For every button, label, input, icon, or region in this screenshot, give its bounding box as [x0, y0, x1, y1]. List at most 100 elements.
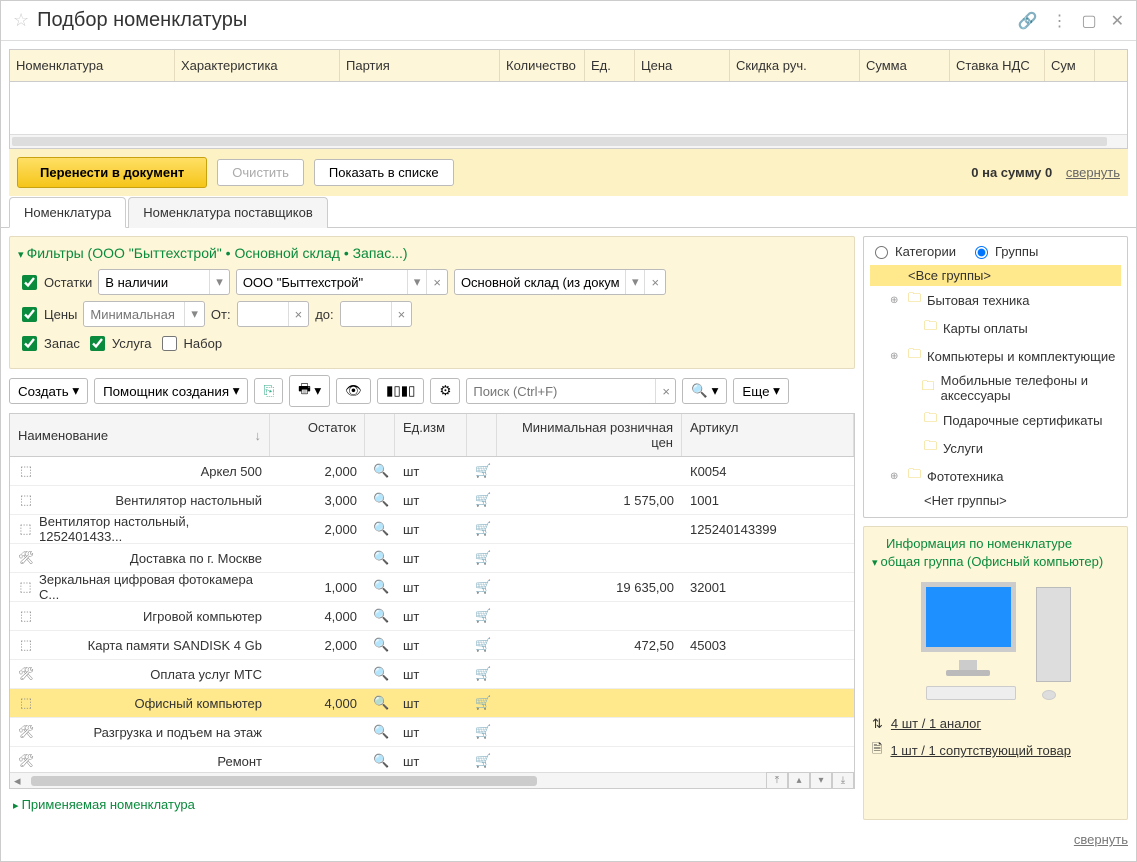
price-from-input[interactable] [238, 304, 288, 325]
clear-x-icon[interactable]: × [655, 379, 676, 403]
nabor-checkbox[interactable]: Набор [158, 333, 223, 354]
cart-col[interactable]: Цена [635, 50, 730, 81]
dropdown-icon[interactable]: ▾ [625, 270, 645, 294]
price-type-input[interactable] [84, 304, 184, 325]
usluga-checkbox[interactable]: Услуга [86, 333, 152, 354]
cart-icon[interactable]: 🛒 [467, 749, 497, 772]
price-from[interactable]: × [237, 301, 310, 327]
cart-icon[interactable]: 🛒 [467, 633, 497, 657]
cart-icon[interactable]: 🛒 [467, 604, 497, 628]
copy-button[interactable]: ⎘ [254, 378, 283, 404]
table-row[interactable]: ⬚Офисный компьютер4,000🔍шт🛒 [10, 689, 854, 718]
table-row[interactable]: 🛠Разгрузка и подъем на этаж🔍шт🛒 [10, 718, 854, 747]
grid-scrollbar[interactable]: ◂ ⤒ ▴ ▾ ⤓ [10, 772, 854, 788]
cart-col[interactable]: Сум [1045, 50, 1095, 81]
related-link[interactable]: 1 шт / 1 сопутствующий товар [890, 743, 1071, 758]
warehouse-input[interactable] [455, 272, 625, 293]
barcode-button[interactable]: ▮▯▮▯ [377, 378, 424, 404]
prices-checkbox[interactable]: Цены [18, 304, 77, 325]
analogs-link[interactable]: 4 шт / 1 аналог [891, 716, 981, 731]
dropdown-icon[interactable]: ▾ [184, 302, 204, 326]
org-combo[interactable]: ▾ × [236, 269, 448, 295]
cart-icon[interactable]: 🛒 [467, 517, 497, 541]
magnifier-icon[interactable]: 🔍 [365, 720, 395, 744]
helper-button[interactable]: Помощник создания ▾ [94, 378, 248, 404]
tree-item[interactable]: 🗀Мобильные телефоны и аксессуары [870, 370, 1121, 406]
tree-item[interactable]: 🗀Услуги [870, 434, 1121, 462]
show-in-list-button[interactable]: Показать в списке [314, 159, 454, 186]
table-row[interactable]: ⬚Вентилятор настольный, 1252401433...2,0… [10, 515, 854, 544]
nav-first[interactable]: ⤒ [766, 772, 788, 790]
menu-dots-icon[interactable]: ⋮ [1051, 11, 1067, 31]
cart-col[interactable]: Характеристика [175, 50, 340, 81]
cart-icon[interactable]: 🛒 [467, 459, 497, 483]
view-button[interactable]: 👁 [336, 378, 371, 404]
nav-down[interactable]: ▾ [810, 772, 832, 790]
magnifier-icon[interactable]: 🔍 [365, 575, 395, 599]
clear-x-icon[interactable]: × [288, 302, 309, 326]
create-button[interactable]: Создать ▾ [9, 378, 88, 404]
collapse-link[interactable]: свернуть [1066, 165, 1120, 180]
groups-tree[interactable]: <Все группы>⊕🗀Бытовая техника🗀Карты опла… [870, 265, 1121, 511]
link-icon[interactable]: 🔗 [1018, 11, 1038, 31]
clear-x-icon[interactable]: × [391, 302, 412, 326]
table-row[interactable]: 🛠Оплата услуг МТС🔍шт🛒 [10, 660, 854, 689]
cart-icon[interactable]: 🛒 [467, 488, 497, 512]
stock-checkbox[interactable]: Остатки [18, 272, 92, 293]
transfer-button[interactable]: Перенести в документ [17, 157, 207, 188]
favorite-star-icon[interactable]: ☆ [13, 10, 29, 31]
price-to[interactable]: × [340, 301, 413, 327]
col-article[interactable]: Артикул [682, 414, 854, 456]
tree-item[interactable]: 🗀Подарочные сертификаты [870, 406, 1121, 434]
dropdown-icon[interactable]: ▾ [407, 270, 427, 294]
zapas-checkbox[interactable]: Запас [18, 333, 80, 354]
close-icon[interactable]: ✕ [1111, 11, 1124, 31]
magnifier-icon[interactable]: 🔍 [365, 749, 395, 772]
tab-supplier-nomenclature[interactable]: Номенклатура поставщиков [128, 197, 328, 228]
cart-icon[interactable]: 🛒 [467, 575, 497, 599]
table-row[interactable]: 🛠Ремонт🔍шт🛒 [10, 747, 854, 772]
grid-body[interactable]: ⬚Аркел 5002,000🔍шт🛒К0054 ⬚Вентилятор наст… [10, 457, 854, 772]
cart-col[interactable]: Ставка НДС [950, 50, 1045, 81]
nav-last[interactable]: ⤓ [832, 772, 854, 790]
expand-icon[interactable]: ⊕ [890, 351, 902, 362]
col-name[interactable]: Наименование↓ [10, 414, 270, 456]
dropdown-icon[interactable]: ▾ [209, 270, 229, 294]
nav-up[interactable]: ▴ [788, 772, 810, 790]
magnifier-icon[interactable]: 🔍 [365, 662, 395, 686]
clear-x-icon[interactable]: × [426, 270, 447, 294]
maximize-icon[interactable]: ▢ [1081, 11, 1096, 31]
cart-col[interactable]: Количество [500, 50, 585, 81]
cart-col[interactable]: Партия [340, 50, 500, 81]
clear-button[interactable]: Очистить [217, 159, 304, 186]
search-input[interactable] [467, 381, 655, 402]
table-row[interactable]: ⬚Зеркальная цифровая фотокамера С...1,00… [10, 573, 854, 602]
warehouse-combo[interactable]: ▾ × [454, 269, 666, 295]
cart-icon[interactable]: 🛒 [467, 662, 497, 686]
price-type-combo[interactable]: ▾ [83, 301, 205, 327]
collapse-bottom-link[interactable]: свернуть [1074, 832, 1128, 847]
filters-title[interactable]: Фильтры (ООО "Быттехстрой" • Основной ск… [18, 245, 846, 261]
cart-icon[interactable]: 🛒 [467, 691, 497, 715]
info-title[interactable]: Информация по номенклатуре ▾общая группа… [872, 535, 1119, 572]
search-button[interactable]: 🔍 ▾ [682, 378, 727, 404]
clear-x-icon[interactable]: × [644, 270, 665, 294]
magnifier-icon[interactable]: 🔍 [365, 459, 395, 483]
tree-item[interactable]: 🗀Карты оплаты [870, 314, 1121, 342]
col-price[interactable]: Минимальная розничная цен [497, 414, 682, 456]
tree-item[interactable]: <Нет группы> [870, 490, 1121, 511]
price-to-input[interactable] [341, 304, 391, 325]
tree-item[interactable]: ⊕🗀Компьютеры и комплектующие [870, 342, 1121, 370]
cart-col[interactable]: Сумма [860, 50, 950, 81]
cart-body[interactable] [10, 82, 1127, 134]
table-row[interactable]: ⬚Карта памяти SANDISK 4 Gb2,000🔍шт🛒472,5… [10, 631, 854, 660]
settings-button[interactable]: ⚙ [430, 378, 460, 404]
tree-item[interactable]: ⊕🗀Фототехника [870, 462, 1121, 490]
more-button[interactable]: Еще ▾ [733, 378, 789, 404]
search-box[interactable]: × [466, 378, 676, 404]
expand-icon[interactable]: ⊕ [890, 471, 902, 482]
col-stock[interactable]: Остаток [270, 414, 365, 456]
magnifier-icon[interactable]: 🔍 [365, 604, 395, 628]
cart-col[interactable]: Номенклатура [10, 50, 175, 81]
table-row[interactable]: ⬚Аркел 5002,000🔍шт🛒К0054 [10, 457, 854, 486]
